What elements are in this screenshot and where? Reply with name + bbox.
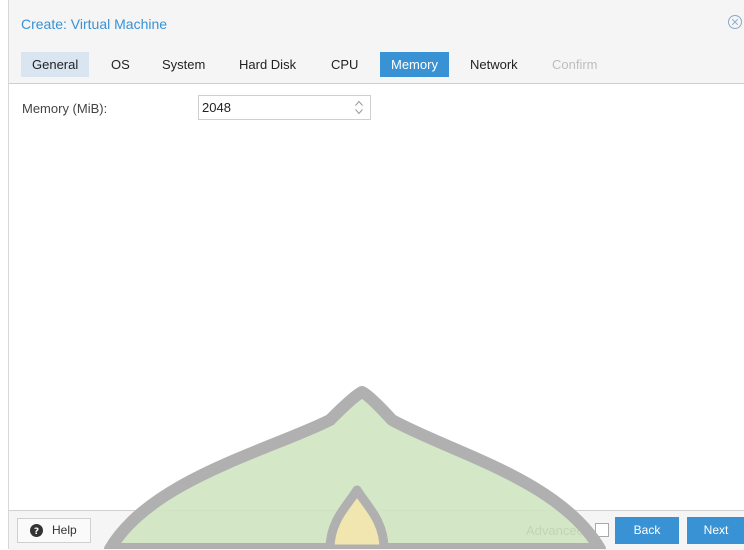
tab-label: General xyxy=(32,57,79,72)
tab-label: CPU xyxy=(331,57,359,72)
wizard-tab-bar: General OS System Hard Disk CPU Memory N… xyxy=(9,44,744,84)
tab-label: Memory xyxy=(391,57,438,72)
window-title: Create: Virtual Machine xyxy=(21,16,168,32)
back-label: Back xyxy=(633,523,661,537)
tab-network[interactable]: Network xyxy=(459,52,529,77)
next-button[interactable]: Next xyxy=(687,517,744,544)
tab-general[interactable]: General xyxy=(21,52,90,77)
help-button[interactable]: ? Help xyxy=(17,518,91,543)
tab-label: Network xyxy=(470,57,518,72)
next-label: Next xyxy=(703,523,729,537)
memory-label: Memory (MiB): xyxy=(22,101,108,116)
advanced-checkbox[interactable] xyxy=(595,523,609,537)
advanced-label: Advanced xyxy=(526,523,584,538)
tab-cpu[interactable]: CPU xyxy=(320,52,369,77)
window-titlebar: Create: Virtual Machine xyxy=(9,0,744,44)
tab-hard-disk[interactable]: Hard Disk xyxy=(228,52,307,77)
tab-os[interactable]: OS xyxy=(100,52,141,77)
tab-label: Hard Disk xyxy=(239,57,297,72)
close-icon[interactable] xyxy=(727,14,743,30)
tab-system[interactable]: System xyxy=(151,52,216,77)
question-circle-icon: ? xyxy=(30,524,43,537)
tab-confirm: Confirm xyxy=(541,52,609,77)
tab-label: Confirm xyxy=(552,57,598,72)
memory-field[interactable] xyxy=(198,95,371,120)
wizard-footer: ? Help Advanced Back Next xyxy=(9,510,744,550)
spinner-icon[interactable] xyxy=(354,99,364,116)
tab-label: System xyxy=(162,57,206,72)
svg-text:?: ? xyxy=(34,527,39,537)
tab-memory[interactable]: Memory xyxy=(380,52,449,77)
memory-panel: Memory (MiB): xyxy=(9,84,744,510)
back-button[interactable]: Back xyxy=(615,517,679,544)
create-vm-window: Create: Virtual Machine General OS Syste… xyxy=(8,0,744,550)
tab-label: OS xyxy=(111,57,130,72)
help-label: Help xyxy=(52,523,77,537)
memory-input[interactable] xyxy=(202,99,342,116)
